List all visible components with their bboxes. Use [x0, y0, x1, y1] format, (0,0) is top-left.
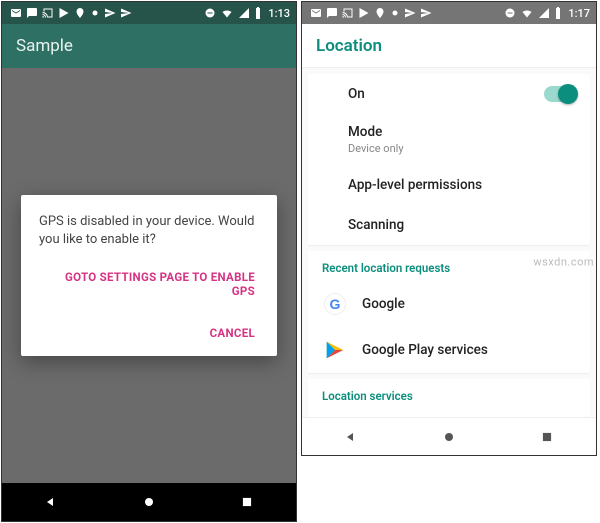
page-title: Location [316, 36, 382, 56]
notif-cast-icon [342, 7, 354, 19]
nav-bar [302, 417, 596, 455]
app-title: Sample [16, 36, 73, 56]
notif-send2-icon [420, 7, 432, 19]
notif-cast-icon [42, 7, 54, 19]
notif-send-icon [104, 7, 116, 19]
gps-dialog: GPS is disabled in your device. Would yo… [21, 195, 277, 356]
google-g-icon: G [322, 291, 348, 317]
nav-bar [2, 483, 296, 521]
dialog-scrim[interactable]: GPS is disabled in your device. Would yo… [2, 68, 296, 483]
nav-recents-button[interactable] [227, 488, 267, 516]
notif-send-icon [404, 7, 416, 19]
row-service-els[interactable]: G Emergency Location Service [308, 409, 590, 417]
settings-title: Location [302, 24, 596, 68]
notif-play-icon [358, 7, 370, 19]
row-app-permissions[interactable]: App-level permissions [308, 165, 590, 205]
dialog-cancel-button[interactable]: CANCEL [206, 320, 259, 346]
phone-left: 1:13 Sample GPS is disabled in your devi… [1, 1, 297, 522]
wifi-icon [520, 7, 534, 19]
battery-icon [554, 7, 562, 19]
do-not-disturb-icon [204, 7, 216, 19]
notif-chat-icon [326, 7, 338, 19]
notif-play-icon [58, 7, 70, 19]
nav-back-button[interactable] [31, 488, 71, 516]
clock: 1:17 [568, 7, 590, 20]
nav-recents-button[interactable] [527, 423, 567, 451]
status-bar: 1:17 [302, 2, 596, 24]
notif-chat-icon [26, 7, 38, 19]
play-services-icon [322, 337, 348, 363]
nav-home-button[interactable] [129, 488, 169, 516]
notif-dot-icon [390, 8, 400, 18]
notif-msg-icon [10, 7, 22, 19]
notif-msg-icon [310, 7, 322, 19]
phone-right: 1:17 Location On Mode Device only App-le… [301, 1, 597, 456]
mode-value: Device only [348, 142, 404, 155]
wifi-icon [220, 7, 234, 19]
cell-icon [538, 7, 550, 19]
dialog-confirm-button[interactable]: GOTO SETTINGS PAGE TO ENABLE GPS [39, 264, 259, 304]
row-recent-play-services[interactable]: Google Play services [308, 327, 590, 373]
mode-label: Mode [348, 124, 404, 140]
row-mode[interactable]: Mode Device only [308, 114, 590, 165]
nav-back-button[interactable] [331, 423, 371, 451]
recent-google-label: Google [362, 296, 405, 312]
clock: 1:13 [268, 7, 290, 20]
nav-home-button[interactable] [429, 423, 469, 451]
notif-map-icon [74, 7, 86, 19]
notif-map-icon [374, 7, 386, 19]
location-toggle[interactable] [544, 86, 576, 102]
dialog-message: GPS is disabled in your device. Would yo… [39, 213, 259, 248]
card-services: Location services G Emergency Location S… [308, 379, 590, 417]
row-recent-google[interactable]: G Google [308, 281, 590, 327]
notif-send2-icon [120, 7, 132, 19]
master-label: On [348, 86, 365, 102]
recent-play-label: Google Play services [362, 342, 488, 358]
settings-list[interactable]: On Mode Device only App-level permission… [302, 68, 596, 417]
do-not-disturb-icon [504, 7, 516, 19]
watermark: wsxdn.com [533, 255, 594, 268]
row-scanning[interactable]: Scanning [308, 205, 590, 245]
cell-icon [238, 7, 250, 19]
app-perm-label: App-level permissions [348, 177, 482, 193]
app-bar: Sample [2, 24, 296, 68]
battery-icon [254, 7, 262, 19]
status-bar: 1:13 [2, 2, 296, 24]
card-recent: Recent location requests G Google Google… [308, 251, 590, 373]
notif-dot-icon [90, 8, 100, 18]
scanning-label: Scanning [348, 217, 404, 233]
card-main: On Mode Device only App-level permission… [308, 74, 590, 245]
subheader-services: Location services [308, 379, 590, 409]
row-master-switch[interactable]: On [308, 74, 590, 114]
